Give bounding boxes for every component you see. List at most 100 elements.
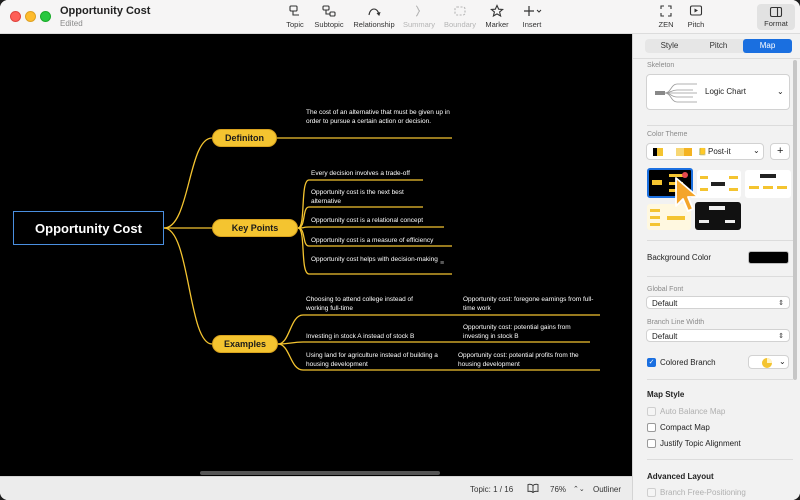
theme-thumbnail[interactable]	[745, 170, 791, 198]
zoom-window-button[interactable]	[40, 11, 51, 22]
leaf-key-point[interactable]: Opportunity cost is the next best altern…	[311, 189, 431, 206]
leaf-example-detail[interactable]: Opportunity cost: foregone earnings from…	[463, 296, 603, 313]
zoom-stepper-icon[interactable]: ⌃⌄	[573, 485, 585, 493]
panel-tabs: Style Pitch Map	[645, 39, 792, 53]
theme-preview-icon	[700, 176, 738, 191]
close-window-button[interactable]	[10, 11, 21, 22]
theme-thumbnail[interactable]	[697, 170, 741, 198]
leaf-example-detail[interactable]: Opportunity cost: potential gains from i…	[463, 324, 593, 341]
theme-swatch	[676, 148, 684, 156]
rainbow-palette-icon	[762, 358, 772, 368]
post-it-icon: 📒	[698, 149, 707, 156]
document-status: Edited	[60, 19, 83, 28]
branch-line-width-label: Branch Line Width	[647, 319, 705, 326]
format-icon	[757, 6, 795, 19]
branch-line-width-value: Default	[652, 332, 678, 341]
justify-alignment-checkbox[interactable]	[647, 439, 656, 448]
divider	[633, 58, 800, 59]
tab-style[interactable]: Style	[645, 41, 694, 50]
global-font-label: Global Font	[647, 286, 684, 293]
leaf-definition[interactable]: The cost of an alternative that must be …	[306, 109, 451, 126]
colored-branch-label: Colored Branch	[660, 358, 716, 367]
colored-branch-select[interactable]: ⌄	[748, 355, 789, 369]
minimize-window-button[interactable]	[25, 11, 36, 22]
leaf-key-point[interactable]: Opportunity cost helps with decision-mak…	[311, 256, 441, 265]
branch-examples[interactable]: Examples	[212, 335, 278, 353]
skeleton-select[interactable]: Logic Chart ⌄	[646, 74, 790, 110]
leaf-key-point[interactable]: Every decision involves a trade-off	[311, 170, 436, 179]
document-title: Opportunity Cost	[60, 5, 151, 17]
central-topic[interactable]: Opportunity Cost	[13, 211, 164, 245]
divider	[647, 379, 793, 380]
format-label: Format	[764, 19, 788, 28]
topic-button[interactable]: Topic	[283, 4, 307, 29]
boundary-icon	[442, 4, 478, 18]
background-color-swatch[interactable]	[748, 251, 789, 264]
colored-branch-checkbox[interactable]: ✓	[647, 358, 656, 367]
app-window: Opportunity Cost Edited Topic Subtopic R…	[0, 0, 800, 500]
leaf-example[interactable]: Investing in stock A instead of stock B	[306, 333, 436, 342]
branch-line-width-select[interactable]: Default ⇕	[646, 329, 790, 342]
marker-button[interactable]: Marker	[484, 4, 510, 29]
zen-button[interactable]: ZEN	[655, 4, 677, 29]
compact-map-checkbox[interactable]	[647, 423, 656, 432]
stepper-icon: ⇕	[778, 333, 784, 340]
divider	[647, 240, 793, 241]
note-icon[interactable]: ≡	[440, 260, 444, 267]
skeleton-value: Logic Chart	[705, 87, 746, 96]
marker-icon	[484, 4, 510, 18]
zoom-level[interactable]: 76%	[550, 485, 566, 494]
boundary-button[interactable]: Boundary	[442, 4, 478, 29]
color-theme-select[interactable]: 📒 Post-it ⌄	[646, 143, 764, 160]
map-style-label: Map Style	[647, 390, 685, 399]
relationship-label: Relationship	[353, 20, 395, 29]
tab-map[interactable]: Map	[743, 39, 792, 53]
leaf-example-detail[interactable]: Opportunity cost: potential profits from…	[458, 352, 598, 369]
format-button[interactable]: Format	[757, 4, 795, 30]
mind-map-canvas[interactable]: Opportunity Cost Definiton The cost of a…	[0, 34, 632, 476]
branch-key-points[interactable]: Key Points	[212, 219, 298, 237]
stepper-icon: ⇕	[778, 300, 784, 307]
insert-icon	[519, 4, 545, 18]
chevron-down-icon: ⌄	[777, 87, 784, 96]
horizontal-scrollbar[interactable]	[200, 471, 440, 475]
panel-scrollbar[interactable]	[793, 60, 797, 380]
summary-button[interactable]: Summary	[402, 4, 436, 29]
zen-icon	[655, 4, 677, 18]
logic-chart-thumbnail-icon	[655, 83, 697, 103]
chevron-down-icon: ⌄	[753, 146, 760, 155]
summary-label: Summary	[402, 20, 436, 29]
global-font-value: Default	[652, 299, 678, 308]
branch-definition[interactable]: Definiton	[212, 129, 277, 147]
global-font-select[interactable]: Default ⇕	[646, 296, 790, 309]
subtopic-label: Subtopic	[314, 20, 344, 29]
relationship-icon	[352, 4, 396, 18]
advanced-layout-label: Advanced Layout	[647, 472, 714, 481]
chevron-down-icon: ⌄	[779, 357, 786, 366]
subtopic-button[interactable]: Subtopic	[313, 4, 345, 29]
divider	[647, 276, 793, 277]
relationship-button[interactable]: Relationship	[352, 4, 396, 29]
tab-pitch[interactable]: Pitch	[694, 41, 743, 50]
topic-count: Topic: 1 / 16	[470, 485, 514, 494]
outliner-button[interactable]: Outliner	[593, 485, 621, 494]
divider	[647, 459, 793, 460]
branch-free-positioning-label: Branch Free-Positioning	[660, 488, 746, 497]
leaf-example[interactable]: Choosing to attend college instead of wo…	[306, 296, 436, 313]
pitch-label: Pitch	[687, 20, 705, 29]
auto-balance-checkbox[interactable]	[647, 407, 656, 416]
pitch-icon	[685, 4, 707, 18]
pitch-button[interactable]: Pitch	[685, 4, 707, 29]
compact-map-label: Compact Map	[660, 423, 710, 432]
add-theme-button[interactable]: +	[770, 143, 790, 160]
insert-button[interactable]: Insert	[519, 4, 545, 29]
leaf-example[interactable]: Using land for agriculture instead of bu…	[306, 352, 441, 369]
book-icon[interactable]	[527, 483, 539, 495]
color-theme-label: Color Theme	[647, 131, 688, 138]
leaf-key-point[interactable]: Opportunity cost is a relational concept	[311, 217, 451, 226]
branch-free-positioning-checkbox[interactable]	[647, 488, 656, 497]
auto-balance-label: Auto Balance Map	[660, 407, 726, 416]
skeleton-label: Skeleton	[647, 62, 675, 69]
leaf-key-point[interactable]: Opportunity cost is a measure of efficie…	[311, 237, 456, 246]
subtopic-icon	[313, 4, 345, 18]
